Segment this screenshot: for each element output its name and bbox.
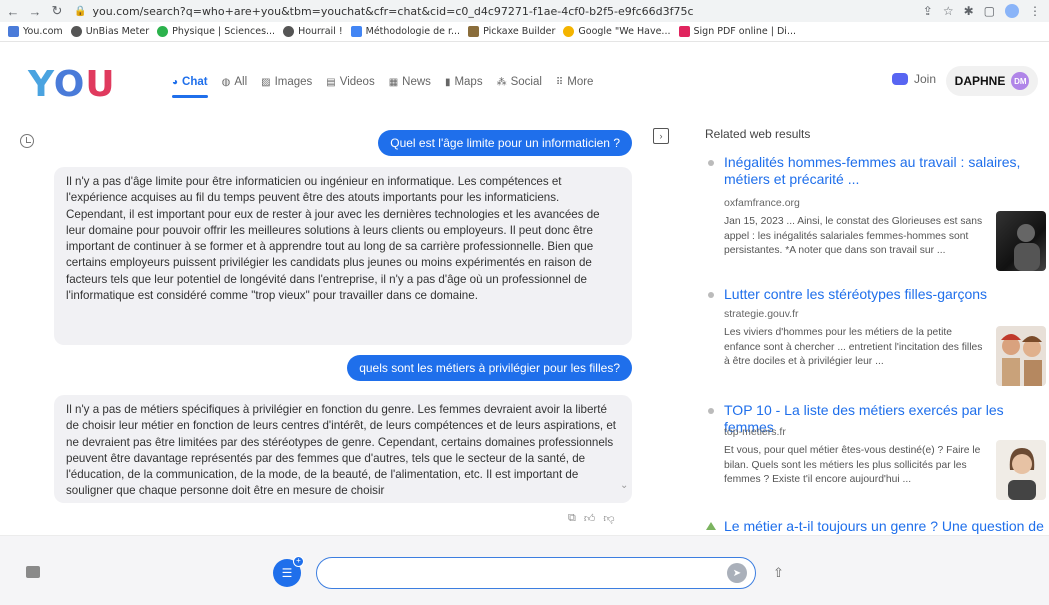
- copy-icon[interactable]: ⧉: [568, 512, 576, 525]
- chat-thread[interactable]: › Quel est l'âge limite pour un informat…: [0, 120, 690, 535]
- profile-avatar[interactable]: [1005, 4, 1019, 18]
- result-bullet-icon: [708, 292, 714, 298]
- result-title-link[interactable]: Inégalités hommes-femmes au travail : sa…: [724, 154, 1044, 188]
- results-heading: Related web results: [705, 127, 811, 141]
- browser-actions: ⇪ ☆ ✱ ▢ ⋮: [923, 4, 1049, 18]
- grid-icon: ⠿: [555, 76, 564, 88]
- send-arrow-icon: ➤: [732, 567, 742, 579]
- send-button[interactable]: ➤: [727, 563, 747, 583]
- result-triangle-icon: [706, 522, 716, 530]
- result-bullet-icon: [708, 408, 714, 414]
- bookmark-favicon: [350, 26, 362, 37]
- you-logo[interactable]: YOU: [28, 64, 116, 105]
- plus-icon: +: [293, 556, 304, 567]
- person-silhouette-icon: [1014, 224, 1040, 271]
- bookmark-favicon: [157, 26, 169, 37]
- result-snippet: Jan 15, 2023 ... Ainsi, le constat des G…: [724, 216, 983, 256]
- address-bar[interactable]: 🔒 you.com/search?q=who+are+you&tbm=youch…: [74, 3, 894, 20]
- bookmark-favicon: [8, 26, 19, 37]
- result-snippet: Et vous, pour quel métier êtes-vous dest…: [724, 445, 981, 485]
- result-thumbnail[interactable]: [996, 326, 1046, 386]
- map-icon: ▮: [444, 76, 451, 88]
- share-page-icon[interactable]: ⇪: [923, 4, 933, 18]
- video-icon: ▤: [326, 76, 336, 88]
- thumbs-down-icon[interactable]: 👎︎: [603, 512, 614, 525]
- chat-input-bar: ☰ + ➤ ⇧: [0, 535, 1049, 605]
- result-snippet: Les viviers d'hommes pour les métiers de…: [724, 327, 983, 367]
- site-header: YOU ◕ Chat ◍ All ▨ Images ▤ Videos ▦ News ▮ Ma…: [0, 42, 1049, 120]
- tab-more[interactable]: ⠿ More: [556, 72, 594, 92]
- social-icon: ⁂: [496, 76, 507, 88]
- bookmark-item[interactable]: Hourrail !: [283, 26, 343, 37]
- bookmarks-bar: You.com UnBias Meter Physique | Sciences…: [0, 22, 1049, 42]
- chat-bubble-icon: ☰: [281, 566, 293, 580]
- result-source: oxfamfrance.org: [724, 197, 800, 209]
- result-bullet-icon: [708, 160, 714, 166]
- bookmark-item[interactable]: Sign PDF online | Di...: [678, 26, 796, 37]
- user-menu-button[interactable]: DAPHNE DM: [946, 66, 1038, 96]
- history-icon[interactable]: [20, 134, 34, 148]
- result-title-link[interactable]: Le métier a-t-il toujours un genre ? Une…: [724, 518, 1044, 535]
- bookmark-item[interactable]: You.com: [8, 26, 63, 37]
- tab-social[interactable]: ⁂ Social: [497, 72, 542, 92]
- search-tabs: ◕ Chat ◍ All ▨ Images ▤ Videos ▦ News ▮ Maps ⁂…: [172, 72, 607, 98]
- collapse-panel-icon[interactable]: ›: [653, 128, 669, 144]
- bookmark-item[interactable]: Méthodologie de r...: [350, 26, 460, 37]
- assistant-message: Il n'y a pas de métiers spécifiques à pr…: [54, 395, 632, 503]
- result-source: strategie.gouv.fr: [724, 308, 799, 320]
- discord-icon: [892, 73, 908, 85]
- children-photo-icon: [1001, 334, 1042, 386]
- forward-icon[interactable]: →: [26, 2, 44, 20]
- tab-news[interactable]: ▦ News: [389, 72, 431, 92]
- message-actions: ⧉ 👍︎ 👎︎: [568, 512, 615, 525]
- bookmark-item[interactable]: Pickaxe Builder: [468, 26, 555, 37]
- thumbs-up-icon[interactable]: 👍︎: [584, 512, 596, 525]
- browser-toolbar: ← → ↻ 🔒 you.com/search?q=who+are+you&tbm…: [0, 0, 1049, 22]
- join-discord-link[interactable]: Join: [892, 72, 936, 86]
- back-icon[interactable]: ←: [4, 2, 22, 20]
- expand-chevron-icon[interactable]: ⌄: [620, 480, 628, 491]
- sidebar-panel-icon[interactable]: ▢: [984, 4, 995, 18]
- tab-images[interactable]: ▨ Images: [261, 72, 312, 92]
- bookmark-star-icon[interactable]: ☆: [943, 4, 954, 18]
- browser-menu-icon[interactable]: ⋮: [1029, 4, 1041, 18]
- tab-maps[interactable]: ▮ Maps: [445, 72, 483, 92]
- share-icon[interactable]: ⇧: [773, 565, 784, 581]
- bookmark-favicon: [283, 26, 295, 37]
- avatar: DM: [1011, 72, 1030, 90]
- bookmark-favicon: [563, 26, 575, 37]
- globe-icon: ◍: [221, 76, 231, 88]
- result-source: top-metiers.fr: [724, 426, 786, 438]
- woman-photo-icon: [1008, 448, 1036, 500]
- chat-input[interactable]: [316, 557, 756, 589]
- tab-videos[interactable]: ▤ Videos: [326, 72, 374, 92]
- assistant-message: Il n'y a pas d'âge limite pour être info…: [54, 167, 632, 345]
- bookmark-favicon: [678, 26, 690, 37]
- lock-icon: 🔒: [74, 5, 87, 17]
- result-thumbnail[interactable]: [996, 440, 1046, 500]
- bookmark-favicon: [70, 26, 82, 37]
- url-text: you.com/search?q=who+are+you&tbm=youchat…: [92, 4, 694, 18]
- result-thumbnail[interactable]: [996, 211, 1046, 271]
- result-title-link[interactable]: Lutter contre les stéréotypes filles-gar…: [724, 286, 1044, 303]
- bookmark-item[interactable]: Google "We Have...: [563, 26, 671, 37]
- bookmark-item[interactable]: Physique | Sciences...: [157, 26, 275, 37]
- extensions-icon[interactable]: ✱: [964, 4, 974, 18]
- image-icon: ▨: [261, 76, 271, 88]
- new-chat-button[interactable]: ☰ +: [273, 556, 304, 587]
- chat-icon: ◕: [172, 76, 179, 88]
- bookmark-favicon: [468, 26, 480, 37]
- user-message: Quel est l'âge limite pour un informatic…: [378, 130, 632, 156]
- related-results-panel[interactable]: Related web results Inégalités hommes-fe…: [690, 120, 1049, 535]
- feedback-icon[interactable]: [26, 566, 40, 578]
- tab-all[interactable]: ◍ All: [222, 72, 248, 92]
- tab-chat[interactable]: ◕ Chat: [172, 72, 208, 98]
- news-icon: ▦: [388, 76, 399, 88]
- user-message: quels sont les métiers à privilégier pou…: [347, 355, 632, 381]
- reload-icon[interactable]: ↻: [48, 2, 66, 20]
- bookmark-item[interactable]: UnBias Meter: [70, 26, 149, 37]
